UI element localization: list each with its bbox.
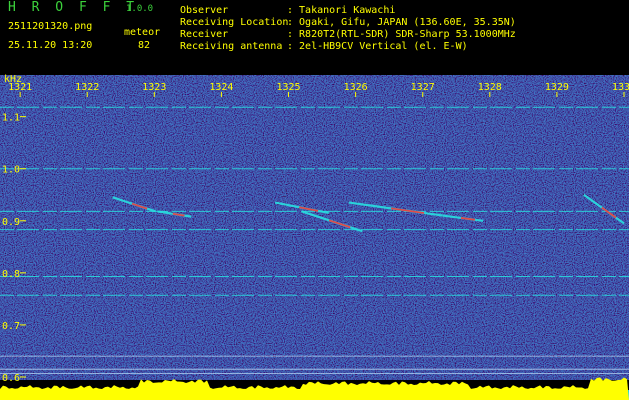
info-label-observer: Observer [180, 5, 229, 16]
y-tick-label: 0.6 [2, 373, 20, 384]
x-tick-label: 1322 [75, 82, 99, 93]
info-label-receiver: Receiver [180, 29, 229, 40]
datetime: 25.11.20 13:20 [8, 40, 93, 51]
y-tick-label: 0.7 [2, 321, 20, 332]
detect-count: 82 [138, 40, 151, 51]
y-tick-label: 1.0 [2, 165, 20, 176]
x-tick-label: 1325 [276, 82, 300, 93]
x-tick-label: 1327 [411, 82, 435, 93]
y-tick-label: 0.8 [2, 269, 20, 280]
y-tick-label: 1.1 [2, 113, 20, 124]
header: H R O F F T 1.0.0 2511201320.png 25.11.2… [0, 0, 629, 72]
amplitude-fill [0, 377, 629, 400]
x-tick-label: 1324 [209, 82, 233, 93]
y-tick-label: 0.9 [2, 217, 20, 228]
info-value-location: : Ogaki, Gifu, JAPAN (136.60E, 35.35N) [287, 17, 516, 28]
info-label-antenna: Receiving antenna [180, 41, 283, 52]
app-version: 1.0.0 [126, 4, 154, 14]
filename: 2511201320.png [8, 21, 93, 32]
info-value-receiver: : R820T2(RTL-SDR) SDR-Sharp 53.1000MHz [287, 29, 516, 40]
amplitude-bar [0, 377, 629, 400]
app-title: H R O F F T [8, 0, 139, 15]
x-tick-label: 1329 [545, 82, 569, 93]
info-value-observer: : Takanori Kawachi [287, 5, 396, 16]
y-axis-label: kHz [4, 74, 23, 85]
x-tick-label: 1323 [142, 82, 166, 93]
info-value-antenna: : 2el-HB9CV Vertical (el. E-W) [287, 41, 468, 52]
x-tick-label: 1326 [344, 82, 368, 93]
x-tick-label: 1330 [612, 82, 629, 93]
x-tick-label: 1328 [478, 82, 502, 93]
detect-label: meteor [124, 27, 161, 38]
spectrogram-noise [0, 75, 629, 380]
info-label-location: Receiving Location [180, 17, 289, 28]
